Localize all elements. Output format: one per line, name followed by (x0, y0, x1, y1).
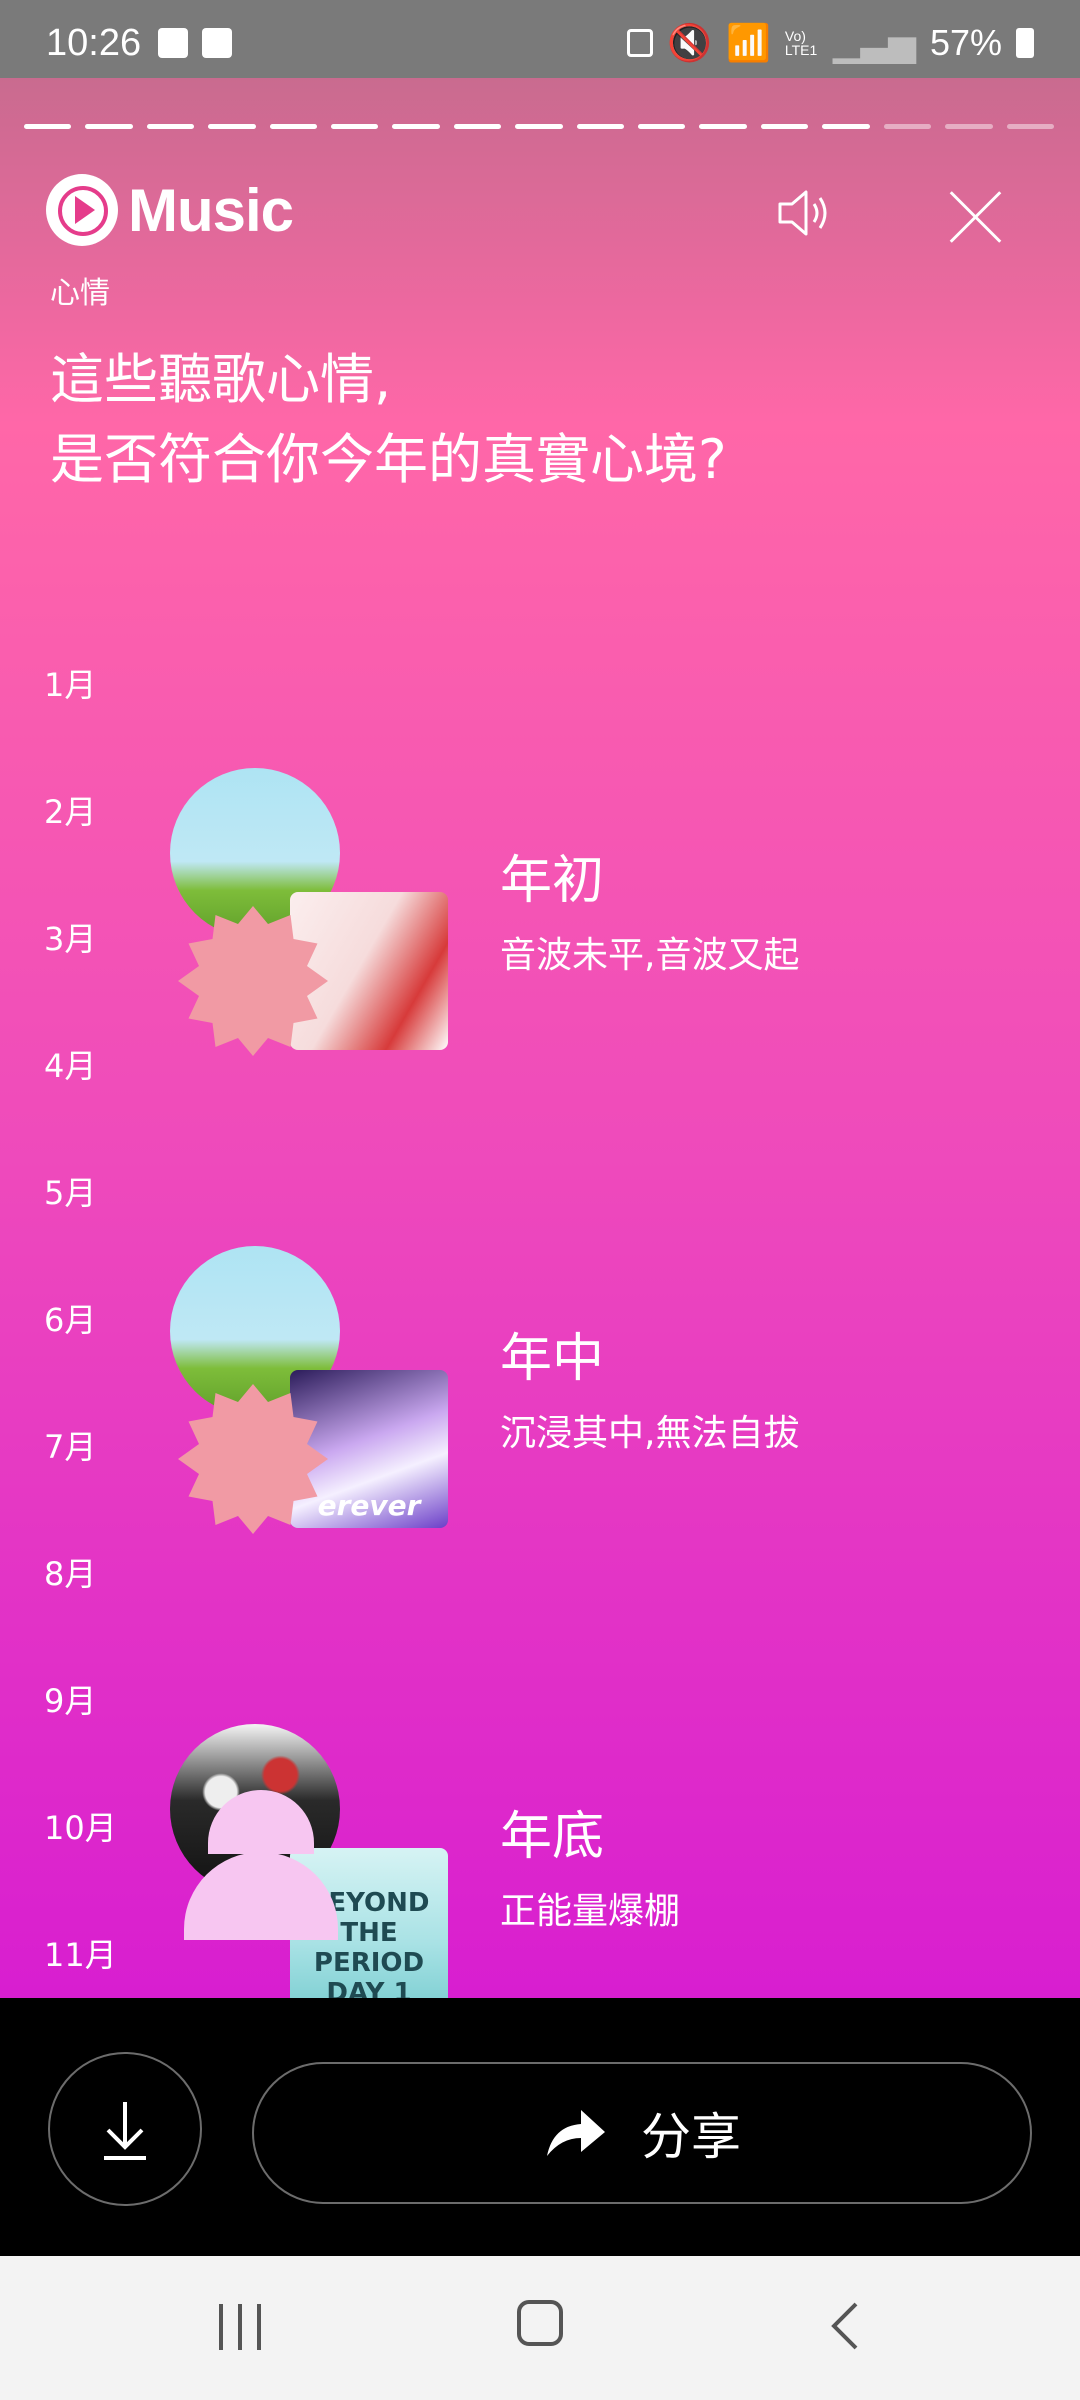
recap-story-card: Music 心情 這些聽歌心情, 是否符合你今年的真實心境? 1月 2月 3月 4月 5… (0, 78, 1080, 1998)
app-name: Music (128, 176, 294, 244)
progress-segment (208, 124, 256, 129)
headline-line-2: 是否符合你今年的真實心境? (50, 428, 727, 491)
gallery-notification-icon (158, 28, 188, 58)
story-progress-bar (24, 124, 1054, 130)
progress-segment (1006, 124, 1054, 129)
mood-subtitle: 音波未平,音波又起 (500, 935, 800, 976)
action-bar: 分享 (0, 1998, 1080, 2256)
headline-line-1: 這些聽歌心情, (50, 348, 392, 411)
system-navigation-bar (0, 2256, 1080, 2400)
app-logo: Music (46, 174, 294, 246)
checkbox-notification-icon (202, 28, 232, 58)
status-time: 10:26 (46, 22, 142, 64)
network-label: Vo) LTE1 (784, 28, 818, 58)
recent-line (219, 2304, 223, 2350)
progress-segment (945, 124, 993, 129)
mood-subtitle: 正能量爆棚 (500, 1891, 681, 1932)
progress-segment (85, 124, 133, 129)
mute-icon: 🔇 (667, 22, 713, 63)
mood-title: 年底 (500, 1807, 605, 1867)
signal-icon: ▁▃▅ (832, 22, 916, 63)
speaker-icon (778, 190, 827, 236)
mood-block: 年初 音波未平,音波又起 (0, 688, 1080, 1056)
share-arrow-icon (547, 2110, 605, 2156)
home-button[interactable] (517, 2300, 563, 2346)
close-button[interactable] (940, 178, 1010, 248)
headline: 這些聽歌心情, 是否符合你今年的真實心境? (50, 340, 1010, 500)
progress-segment (638, 124, 686, 129)
recycle-icon (627, 29, 654, 57)
mood-block: erever 年中 沉浸其中,無法自拔 (0, 1166, 1080, 1534)
mood-subtitle: 沉浸其中,無法自拔 (500, 1413, 800, 1454)
share-button[interactable]: 分享 (252, 2062, 1032, 2204)
youtube-music-logo-icon (46, 174, 118, 246)
download-button[interactable] (48, 2052, 202, 2206)
progress-segment (515, 124, 563, 129)
progress-segment (699, 124, 747, 129)
recent-apps-button[interactable] (215, 2304, 265, 2350)
progress-segment (822, 124, 870, 129)
section-label: 心情 (50, 276, 110, 311)
progress-segment (146, 124, 195, 129)
arch-top (208, 1790, 314, 1854)
battery-percent: 57% (929, 22, 1002, 63)
battery-icon (1016, 28, 1034, 58)
mood-block: BEYOND THE PERIOD DAY 1 年底 正能量爆棚 (0, 1644, 1080, 1998)
wifi-icon: 📶 (726, 22, 771, 63)
mood-title: 年初 (500, 851, 605, 911)
progress-segment (883, 124, 932, 129)
progress-segment (453, 124, 502, 129)
status-right: 🔇 📶 Vo) LTE1 ▁▃▅ 57% (627, 22, 1034, 64)
progress-segment (269, 124, 318, 129)
recent-line (238, 2304, 242, 2350)
status-notification-icons (158, 28, 232, 58)
arch-shape (184, 1790, 338, 1940)
recent-line (257, 2304, 261, 2350)
progress-segment (24, 124, 72, 129)
month-label: 8月 (44, 1555, 97, 1593)
month-label: 4月 (44, 1047, 97, 1085)
sound-toggle-button[interactable] (770, 178, 840, 248)
back-button[interactable] (826, 2300, 866, 2352)
progress-segment (760, 124, 809, 129)
download-icon (104, 2102, 146, 2160)
status-bar: 10:26 🔇 📶 Vo) LTE1 ▁▃▅ 57% (0, 0, 1080, 78)
back-chevron-icon (831, 2302, 858, 2350)
progress-segment (576, 124, 625, 129)
progress-segment (392, 124, 440, 129)
mood-title: 年中 (500, 1329, 605, 1389)
share-label: 分享 (641, 2108, 741, 2166)
arch-bottom (184, 1852, 338, 1940)
progress-segment (331, 124, 379, 129)
